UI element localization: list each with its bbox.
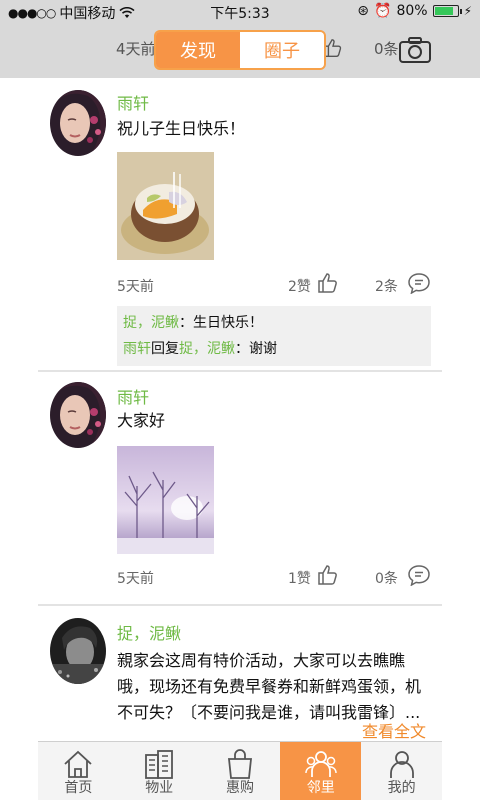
building-icon bbox=[145, 750, 174, 779]
tab-label: 物业 bbox=[145, 780, 174, 796]
header-right-hint: 0条 bbox=[374, 40, 399, 58]
comment-box: 捉，泥鳅：生日快乐！ 雨轩回复捉，泥鳅：谢谢 bbox=[117, 306, 431, 366]
tab-home[interactable]: 首页 bbox=[38, 742, 119, 800]
comment-author[interactable]: 捉，泥鳅 bbox=[123, 315, 179, 331]
like-count: 1赞 bbox=[288, 571, 311, 587]
view-full-text-link[interactable]: 查看全文 bbox=[362, 718, 426, 741]
tab-label: 首页 bbox=[64, 780, 93, 796]
status-bar: ●●●○○ 中国移动 下午5:33 ⊛ ⏰ 80% ⚡ bbox=[0, 0, 480, 24]
feed-post: 雨轩 大家好 5天前 1赞 0条 bbox=[38, 372, 442, 604]
like-count: 2赞 bbox=[288, 279, 311, 295]
shopping-bag-icon bbox=[227, 749, 252, 779]
post-content: 祝儿子生日快乐！ bbox=[117, 119, 246, 138]
charging-icon: ⚡ bbox=[463, 4, 472, 18]
comment-icon[interactable] bbox=[407, 564, 431, 586]
post-content: 親家会这周有特价活动，大家可以去瞧瞧哦，现场还有免费早餐券和新鲜鸡蛋领，机不可失… bbox=[117, 651, 422, 722]
right-margin bbox=[442, 78, 480, 800]
like-icon[interactable] bbox=[316, 271, 340, 295]
top-bar: 4天前 0条 发现 圈子 bbox=[0, 24, 480, 78]
cake-image bbox=[117, 152, 214, 260]
comment-sep: ： bbox=[235, 341, 249, 357]
post-time: 5天前 bbox=[117, 571, 154, 587]
comment-text: 谢谢 bbox=[249, 341, 277, 357]
post-meta: 5天前 2赞 2条 bbox=[117, 272, 430, 298]
post-author[interactable]: 雨轩 bbox=[117, 90, 149, 114]
post-meta: 5天前 1赞 0条 bbox=[117, 564, 430, 590]
avatar-woman-image bbox=[50, 90, 106, 156]
tab-discover[interactable]: 发现 bbox=[156, 32, 240, 68]
lock-rotation-icon: ⊛ bbox=[357, 3, 369, 19]
left-margin bbox=[0, 78, 38, 800]
avatar[interactable] bbox=[50, 382, 106, 448]
person-icon bbox=[389, 751, 414, 778]
neighbors-icon bbox=[305, 751, 337, 777]
home-icon bbox=[64, 750, 93, 778]
tab-shopping[interactable]: 惠购 bbox=[200, 742, 281, 800]
tab-label: 邻里 bbox=[306, 780, 335, 796]
bottom-tab-bar: 首页 物业 惠购 邻里 我的 bbox=[38, 741, 442, 800]
reply-label: 回复 bbox=[151, 341, 179, 357]
post-content: 大家好 bbox=[117, 411, 166, 430]
comment-count: 0条 bbox=[375, 571, 398, 587]
like-icon[interactable] bbox=[316, 563, 340, 587]
post-photo[interactable] bbox=[117, 152, 214, 260]
tab-label: 惠购 bbox=[225, 780, 254, 796]
tab-property[interactable]: 物业 bbox=[119, 742, 200, 800]
post-author[interactable]: 雨轩 bbox=[117, 384, 149, 408]
tab-neighbors[interactable]: 邻里 bbox=[280, 742, 362, 800]
feed-list[interactable]: 雨轩 祝儿子生日快乐！ 5天前 2赞 2条 捉，泥鳅：生日快乐！ 雨轩回复捉，泥… bbox=[38, 78, 442, 741]
battery-percent: 80% bbox=[396, 3, 428, 19]
feed-post: 捉，泥鳅 親家会这周有特价活动，大家可以去瞧瞧哦，现场还有免费早餐券和新鲜鸡蛋领… bbox=[38, 606, 442, 741]
header-left-hint: 4天前 bbox=[116, 40, 156, 58]
tab-label: 我的 bbox=[387, 780, 416, 796]
avatar[interactable] bbox=[50, 618, 106, 684]
battery-icon bbox=[432, 5, 462, 17]
comment-line[interactable]: 捉，泥鳅：生日快乐！ bbox=[123, 310, 425, 336]
comment-sep: ： bbox=[179, 315, 193, 331]
post-photo[interactable] bbox=[117, 446, 214, 554]
battery-fill bbox=[434, 7, 453, 15]
comment-line[interactable]: 雨轩回复捉，泥鳅：谢谢 bbox=[123, 336, 425, 362]
comment-count: 2条 bbox=[375, 279, 398, 295]
post-time: 5天前 bbox=[117, 279, 154, 295]
camera-icon[interactable] bbox=[398, 36, 432, 64]
tab-me[interactable]: 我的 bbox=[361, 742, 442, 800]
tab-circle[interactable]: 圈子 bbox=[240, 32, 324, 68]
reply-target[interactable]: 捉，泥鳅 bbox=[179, 341, 235, 357]
avatar[interactable] bbox=[50, 90, 106, 156]
feed-post: 雨轩 祝儿子生日快乐！ 5天前 2赞 2条 捉，泥鳅：生日快乐！ 雨轩回复捉，泥… bbox=[38, 78, 442, 370]
winter-trees-image bbox=[117, 446, 214, 554]
avatar-woman-image bbox=[50, 382, 106, 448]
post-author[interactable]: 捉，泥鳅 bbox=[117, 620, 181, 644]
comment-author[interactable]: 雨轩 bbox=[123, 341, 151, 357]
avatar-man-image bbox=[50, 618, 106, 684]
alarm-icon: ⏰ bbox=[374, 3, 392, 19]
comment-icon[interactable] bbox=[407, 272, 431, 294]
comment-text: 生日快乐！ bbox=[193, 315, 263, 331]
feed-segment-control: 发现 圈子 bbox=[154, 30, 326, 70]
